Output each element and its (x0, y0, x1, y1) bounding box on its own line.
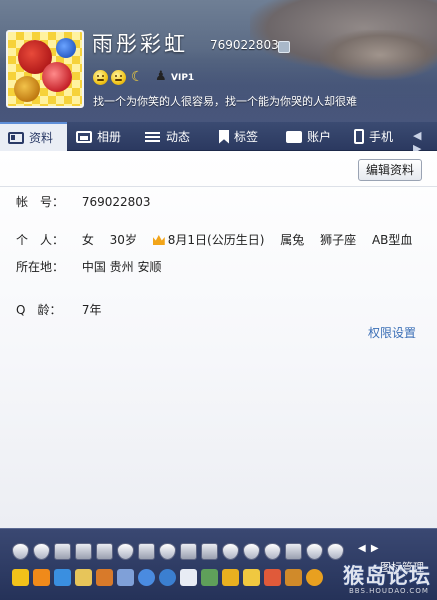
diamond-badge-icon[interactable] (306, 543, 323, 560)
smiley-face-icon[interactable] (93, 70, 108, 85)
moon-icon[interactable]: ☾ (131, 69, 144, 85)
photo-app-icon[interactable] (54, 569, 71, 586)
avatar-figure (42, 62, 72, 92)
constellation-value: 狮子座 (320, 233, 357, 247)
q-age-label: Q 龄： (16, 303, 62, 317)
wallet-app-icon[interactable] (222, 569, 239, 586)
feed-list-icon (145, 131, 161, 143)
tab-label: 资料 (29, 131, 54, 145)
account-value: 769022803 (81, 195, 151, 209)
age-value: 30岁 (109, 233, 137, 247)
star-icon[interactable] (12, 569, 29, 586)
mian-app-icon[interactable] (306, 569, 323, 586)
account-row: 帐 号： 769022803 (16, 193, 163, 210)
photo-icon (76, 130, 92, 143)
tab-label: 相册 (97, 130, 122, 144)
diamond-badge-icon[interactable] (117, 543, 134, 560)
account-label: 帐 号： (16, 195, 65, 209)
pet-app-icon[interactable] (285, 569, 302, 586)
pet-app-icon[interactable] (117, 569, 134, 586)
penguin-icon[interactable]: ♟ (155, 69, 167, 84)
diamond-badge-icon[interactable] (222, 543, 239, 560)
nickname: 雨彤彩虹 (92, 32, 188, 56)
avatar[interactable] (6, 30, 84, 108)
tab-bar: 资料 相册 动态 标签 账户 手机 ◀ ▶ (0, 122, 437, 155)
shield-badge-icon[interactable] (285, 543, 302, 560)
divider (0, 186, 437, 187)
app-icon-row (12, 569, 323, 586)
signature[interactable]: 找一个为你笑的人很容易，找一个能为你哭的人却很难 (93, 93, 357, 109)
chat-badge-icon[interactable] (201, 543, 218, 560)
heart-badge-icon[interactable] (33, 543, 50, 560)
badge-icon-row (12, 543, 344, 560)
flag-badge-icon[interactable] (96, 543, 113, 560)
tab-phone[interactable]: 手机 (354, 122, 393, 151)
permission-settings-link[interactable]: 权限设置 (368, 324, 416, 341)
tab-label: 手机 (369, 130, 394, 144)
avatar-figure (56, 38, 76, 58)
location-row: 所在地： 中国 贵州 安顺 (16, 258, 173, 275)
diamond-badge-icon[interactable] (159, 543, 176, 560)
q-age-value: 7年 (81, 303, 102, 317)
heart-badge-icon[interactable] (12, 543, 29, 560)
profile-content: 编辑资料 帐 号： 769022803 个 人： 女 30岁 8月1日(公历生日… (0, 151, 437, 528)
t-app-icon[interactable] (264, 569, 281, 586)
mail-icon[interactable] (180, 569, 197, 586)
edit-profile-button[interactable]: 编辑资料 (357, 159, 422, 181)
game-app-icon[interactable] (75, 569, 92, 586)
diamond-badge-icon[interactable] (243, 543, 260, 560)
forum-watermark: 猴岛论坛 (343, 563, 431, 588)
location-value: 中国 贵州 安顺 (81, 260, 162, 274)
tab-label: 账户 (307, 130, 332, 144)
diamond-badge-icon[interactable] (264, 543, 281, 560)
pai-app-icon[interactable] (159, 569, 176, 586)
crown-icon (152, 235, 165, 245)
birthday-text: 8月1日(公历生日) (167, 233, 265, 247)
tv-badge-icon[interactable] (138, 543, 155, 560)
personal-label: 个 人： (16, 233, 65, 247)
wallet-icon (286, 130, 302, 143)
tab-album[interactable]: 相册 (76, 122, 121, 151)
zodiac-value: 属兔 (280, 233, 305, 247)
diamond-badge-icon[interactable] (327, 543, 344, 560)
tab-profile[interactable]: 资料 (0, 122, 68, 151)
chat-badge-icon[interactable] (180, 543, 197, 560)
shield-app-icon[interactable] (138, 569, 155, 586)
gender-value: 女 (81, 233, 94, 247)
arrow-badge-icon[interactable] (54, 543, 71, 560)
tab-tags[interactable]: 标签 (219, 122, 258, 151)
tab-account[interactable]: 账户 (286, 122, 331, 151)
icon-row-arrows[interactable]: ◀ ▶ (358, 543, 380, 554)
q-age-row: Q 龄： 7年 (16, 301, 113, 318)
personal-row: 个 人： 女 30岁 8月1日(公历生日) 属兔 狮子座 AB型血 (16, 231, 424, 248)
tab-feed[interactable]: 动态 (145, 122, 190, 151)
avatar-figure (14, 76, 40, 102)
edit-nickname-icon[interactable] (278, 41, 290, 53)
farm-app-icon[interactable] (201, 569, 218, 586)
location-label: 所在地： (16, 260, 65, 274)
music-app-icon[interactable] (243, 569, 260, 586)
profile-card-icon (8, 131, 24, 144)
tab-label: 标签 (234, 130, 259, 144)
smiley-face-icon[interactable] (111, 70, 126, 85)
phone-icon (354, 129, 364, 144)
gift-app-icon[interactable] (96, 569, 113, 586)
bookmark-icon (219, 129, 229, 144)
tab-label: 动态 (166, 130, 191, 144)
birthday-value: 8月1日(公历生日) (152, 231, 265, 248)
app-icon[interactable] (33, 569, 50, 586)
watermark-url: BBS.HOUDAO.COM (349, 587, 429, 595)
blood-type-value: AB型血 (371, 233, 413, 247)
qq-number: 769022803 (210, 38, 279, 52)
profile-header: 雨彤彩虹 769022803 ☾ ♟ VIP1 找一个为你笑的人很容易，找一个能… (0, 0, 437, 122)
flag-badge-icon[interactable] (75, 543, 92, 560)
vip-badge[interactable]: VIP1 (171, 73, 194, 83)
